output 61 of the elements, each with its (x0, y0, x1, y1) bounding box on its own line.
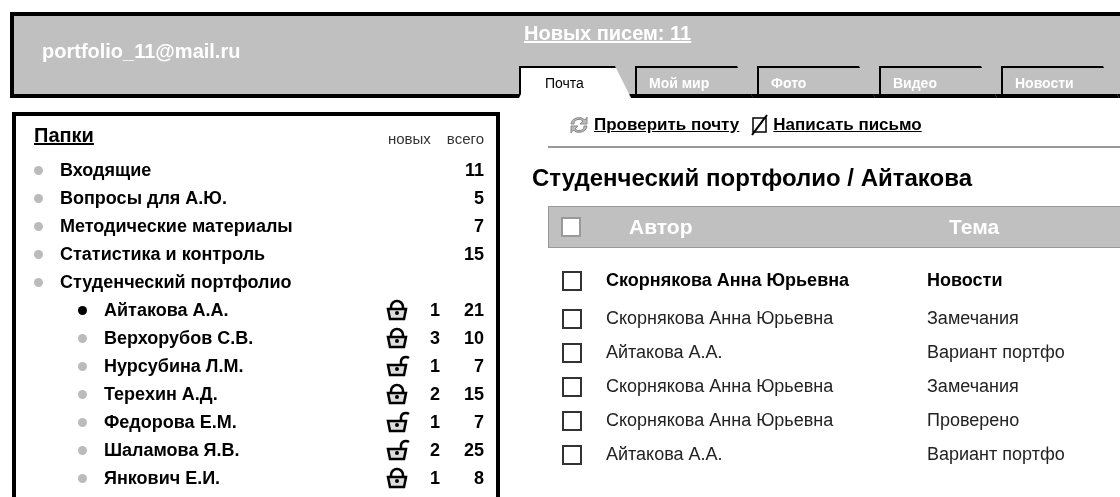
author-cell-text: Скорнякова Анна Юрьевна (605, 375, 835, 398)
column-label: новых (387, 128, 431, 149)
row-checkbox[interactable] (562, 308, 582, 329)
row-checkbox[interactable] (562, 270, 582, 291)
row-checkbox[interactable] (562, 342, 582, 363)
new-count: 1 (429, 466, 440, 490)
folder-count: 15 (462, 382, 484, 406)
author-cell-text: Скорнякова Анна Юрьевна (605, 307, 835, 330)
author-cell-text: Айтакова А.А. (605, 443, 724, 466)
pen-icon (751, 113, 770, 136)
folder-count: 7 (473, 354, 484, 378)
new-count: 1 (429, 298, 440, 322)
new-count: 1 (429, 354, 440, 378)
author-cell-text: Скорнякова Анна Юрьевна (605, 409, 835, 432)
folder-count: 21 (462, 298, 484, 322)
folder-link[interactable]: Входящие (60, 156, 386, 184)
subject-cell-text: Замечания (927, 375, 1019, 398)
row-checkbox[interactable] (562, 410, 582, 431)
folder-link[interactable]: Вопросы для А.Ю. (60, 184, 386, 212)
new-count: 2 (429, 438, 440, 462)
account-email: portfolio_11@mail.ru (42, 39, 241, 64)
new-count: 1 (429, 410, 440, 434)
folder-link[interactable]: Айтакова А.А. (104, 296, 386, 324)
folder-link[interactable]: Верхорубов С.В. (104, 324, 386, 352)
folder-link[interactable]: Янкович Е.И. (104, 464, 386, 492)
column-header: Тема (949, 213, 1000, 240)
row-checkbox[interactable] (562, 444, 582, 465)
select-all-checkbox[interactable] (561, 216, 581, 237)
subject-cell-text: Вариант портфо (927, 443, 1065, 466)
author-cell-text: Скорнякова Анна Юрьевна (605, 269, 851, 292)
folder-link[interactable]: Нурсубина Л.М. (104, 352, 386, 380)
folder-link[interactable]: Методические материалы (60, 212, 386, 240)
column-header: Автор (629, 213, 694, 240)
page-heading: Студенческий портфолио / Айтакова (532, 162, 974, 193)
folder-link[interactable]: Шаламова Я.В. (104, 436, 386, 464)
tab[interactable]: Почта (519, 66, 631, 98)
row-checkbox[interactable] (562, 376, 582, 397)
subject-cell-text: Проверено (927, 409, 1020, 432)
folder-count: 7 (473, 214, 484, 238)
subject-cell-text: Вариант портфо (927, 341, 1065, 364)
toolbar-link[interactable]: Написать письмо (773, 112, 922, 138)
author-cell-text: Айтакова А.А. (605, 341, 724, 364)
folder-count: 10 (462, 326, 484, 350)
column-label: всего (446, 128, 484, 149)
folder-link[interactable]: Статистика и контроль (60, 240, 386, 268)
folders-title: Папки (34, 123, 94, 148)
toolbar-link[interactable]: Проверить почту (594, 112, 740, 138)
folder-count: 8 (473, 466, 484, 490)
folder-link[interactable]: Терехин А.Д. (104, 380, 386, 408)
subject-cell-text: Замечания (927, 307, 1019, 330)
folder-count: 7 (473, 410, 484, 434)
new-count: 2 (429, 382, 440, 406)
subject-cell-text: Новости (927, 269, 1003, 292)
refresh-icon (568, 114, 590, 135)
new-count: 3 (429, 326, 440, 350)
folder-count: 5 (473, 186, 484, 210)
folder-count: 15 (462, 242, 484, 266)
folder-count: 11 (463, 158, 484, 182)
folder-link[interactable]: Федорова Е.М. (104, 408, 386, 436)
folder-link[interactable]: Студенческий портфолио (60, 268, 386, 296)
folder-count: 25 (462, 438, 484, 462)
